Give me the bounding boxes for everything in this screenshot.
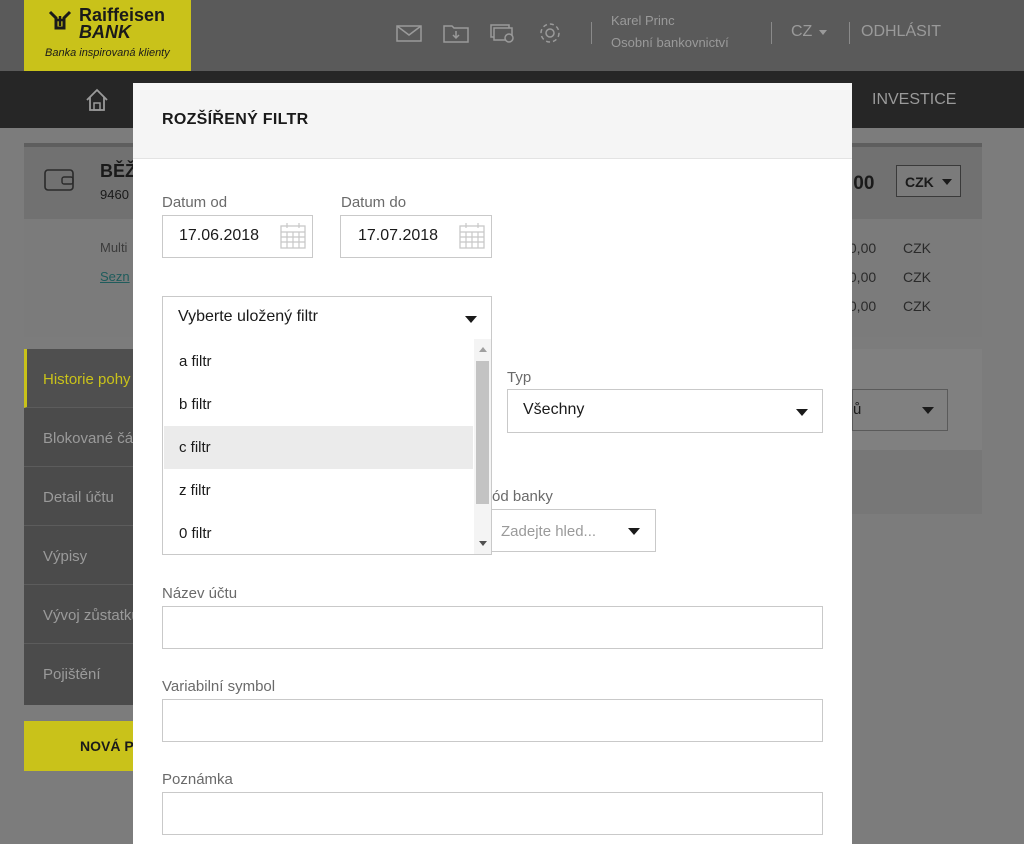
calendar-icon[interactable] (280, 222, 306, 249)
sidebar-item-detail[interactable]: Detail účtu (24, 467, 134, 526)
scroll-up-arrow-icon[interactable] (479, 347, 487, 352)
panel-footer (852, 450, 982, 514)
type-select[interactable]: Všechny (507, 389, 823, 433)
dropdown-scrollbar[interactable] (474, 339, 491, 554)
dropdown-option[interactable]: b filtr (164, 383, 473, 426)
type-label: Typ (507, 369, 532, 386)
sidebar-item-historie[interactable]: Historie pohy (24, 349, 134, 408)
chevron-down-icon (628, 528, 640, 535)
date-to-label: Datum do (341, 194, 407, 211)
chevron-down-icon (942, 179, 952, 185)
mail-icon[interactable] (396, 20, 422, 46)
dropdown-option[interactable]: 0 filtr (164, 512, 473, 554)
amount-currency: CZK (903, 240, 931, 256)
sidebar-item-pojisteni[interactable]: Pojištění (24, 644, 134, 703)
account-sidebar: Historie pohy Blokované čá Detail účtu V… (24, 349, 134, 705)
bank-code-select[interactable]: Zadejte hled... (491, 509, 656, 552)
date-from-input[interactable]: 17.06.2018 (162, 215, 313, 258)
dropdown-option-highlighted[interactable]: c filtr (164, 426, 473, 469)
date-from-value: 17.06.2018 (179, 227, 260, 244)
sidebar-item-vyvoj[interactable]: Vývoj zůstatku (24, 585, 134, 644)
header-divider (771, 22, 772, 44)
account-list-link[interactable]: Sezn (100, 269, 130, 284)
logo-tagline: Banka inspirovaná klienty (45, 47, 170, 59)
user-name[interactable]: Karel Princ (611, 13, 675, 28)
scroll-down-arrow-icon[interactable] (479, 541, 487, 546)
bank-code-label: ód banky (492, 488, 553, 505)
account-name-label: Název účtu (162, 585, 238, 602)
logout-link[interactable]: ODHLÁSIT (861, 23, 941, 41)
chevron-down-icon (922, 407, 934, 414)
dropdown-option[interactable]: a filtr (164, 340, 473, 383)
date-from-label: Datum od (162, 194, 228, 211)
currency-select[interactable]: CZK (896, 165, 961, 197)
settings-icon[interactable] (537, 20, 563, 46)
header-divider (849, 22, 850, 44)
calendar-icon[interactable] (459, 222, 485, 249)
chevron-down-icon (465, 316, 477, 323)
variable-symbol-input[interactable] (162, 699, 823, 742)
account-number: 9460 (100, 187, 129, 202)
nav-item-investice[interactable]: INVESTICE (872, 91, 956, 109)
user-segment[interactable]: Osobní bankovnictví (611, 35, 729, 50)
saved-filter-select[interactable]: Vyberte uložený filtr (162, 296, 492, 340)
language-selector[interactable]: CZ (791, 23, 812, 41)
sidebar-item-blokovane[interactable]: Blokované čá (24, 408, 134, 467)
variable-symbol-label: Variabilní symbol (162, 678, 276, 695)
new-payment-label: NOVÁ P (80, 738, 134, 754)
account-title: BĚŽ (100, 161, 136, 181)
note-label: Poznámka (162, 771, 233, 788)
chevron-down-icon (796, 409, 808, 416)
background-select-value: ů (853, 401, 862, 418)
dropdown-option[interactable]: z filtr (164, 469, 473, 512)
cards-gear-icon[interactable] (490, 20, 516, 46)
bank-logo[interactable]: Raiffeisen BANK Banka inspirovaná klient… (24, 0, 191, 71)
account-row-label: Multi (100, 240, 128, 255)
background-select[interactable]: ů (852, 389, 948, 431)
date-to-value: 17.07.2018 (358, 227, 439, 244)
header-divider (591, 22, 592, 44)
type-select-value: Všechny (523, 401, 585, 418)
download-folder-icon[interactable] (443, 20, 469, 46)
account-name-input[interactable] (162, 606, 823, 649)
new-payment-button[interactable]: NOVÁ P (24, 721, 134, 771)
saved-filter-placeholder: Vyberte uložený filtr (178, 308, 318, 325)
raiffeisen-gable-cross-icon (47, 8, 73, 34)
logo-line2: BANK (79, 22, 131, 42)
amount-currency: CZK (903, 298, 931, 314)
currency-select-value: CZK (905, 174, 934, 190)
amount-currency: CZK (903, 269, 931, 285)
home-icon[interactable] (84, 87, 110, 113)
modal-title: ROZŠÍŘENÝ FILTR (162, 111, 309, 128)
note-input[interactable] (162, 792, 823, 835)
saved-filter-dropdown: a filtr b filtr c filtr z filtr 0 filtr (162, 339, 492, 555)
date-to-input[interactable]: 17.07.2018 (340, 215, 492, 258)
chevron-down-icon (819, 30, 827, 35)
bank-code-placeholder: Zadejte hled... (501, 523, 597, 540)
wallet-icon (44, 169, 74, 191)
sidebar-item-vypisy[interactable]: Výpisy (24, 526, 134, 585)
scrollbar-thumb[interactable] (476, 361, 489, 504)
